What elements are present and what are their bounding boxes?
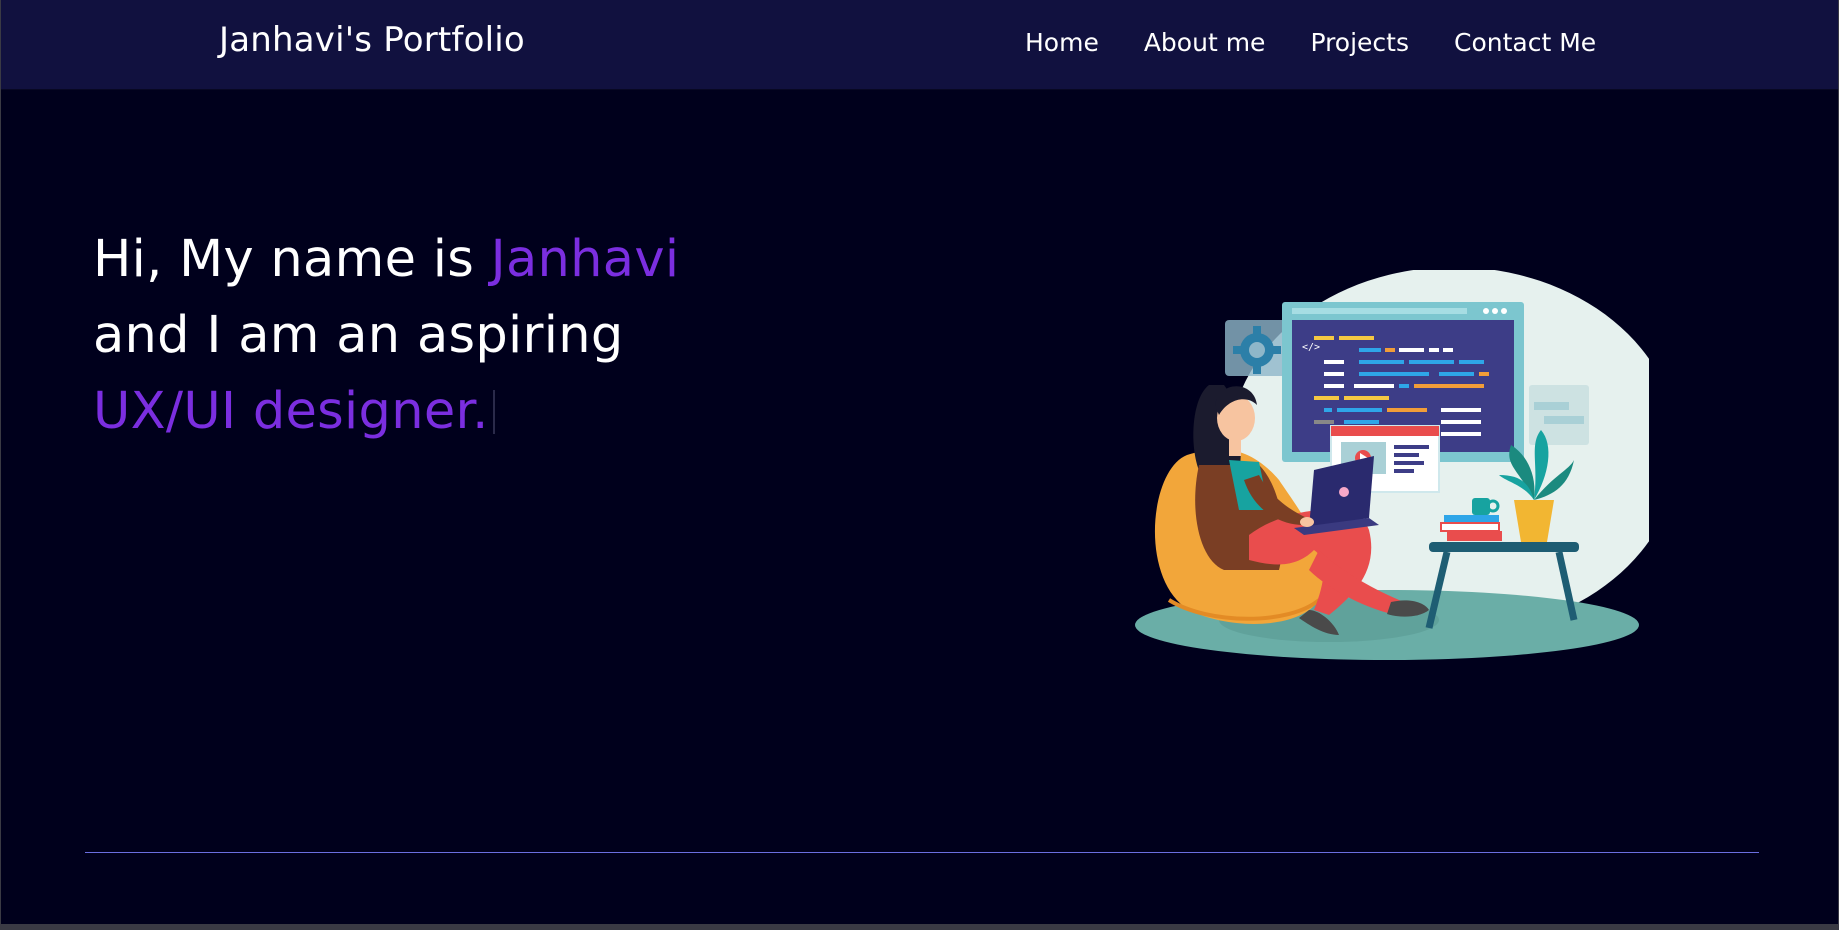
brand-logo-text[interactable]: Janhavi's Portfolio <box>219 20 525 60</box>
hero-line-3: UX/UI designer. <box>93 374 679 450</box>
hero-role: UX/UI designer. <box>93 382 489 441</box>
nav-link-contact-me[interactable]: Contact Me <box>1454 28 1596 57</box>
code-tag: </> <box>1302 342 1320 353</box>
hero-line-2: and I am an aspiring <box>93 306 624 365</box>
hero-line-1: Hi, My name is Janhavi <box>93 222 679 298</box>
hero-illustration: </> <box>1135 270 1649 660</box>
typing-cursor <box>492 390 495 434</box>
page: Janhavi's Portfolio Home About me Projec… <box>1 0 1838 924</box>
hero-greeting: Hi, My name is <box>93 230 491 289</box>
section-divider <box>85 852 1759 853</box>
nav-link-home[interactable]: Home <box>1025 28 1099 57</box>
navbar: Janhavi's Portfolio Home About me Projec… <box>1 0 1838 89</box>
hero-heading: Hi, My name is Janhavi and I am an aspir… <box>93 222 679 450</box>
nav-links: Home About me Projects Contact Me <box>1025 28 1596 57</box>
nav-link-about-me[interactable]: About me <box>1144 28 1266 57</box>
hero-name: Janhavi <box>490 230 680 289</box>
nav-link-projects[interactable]: Projects <box>1310 28 1409 57</box>
